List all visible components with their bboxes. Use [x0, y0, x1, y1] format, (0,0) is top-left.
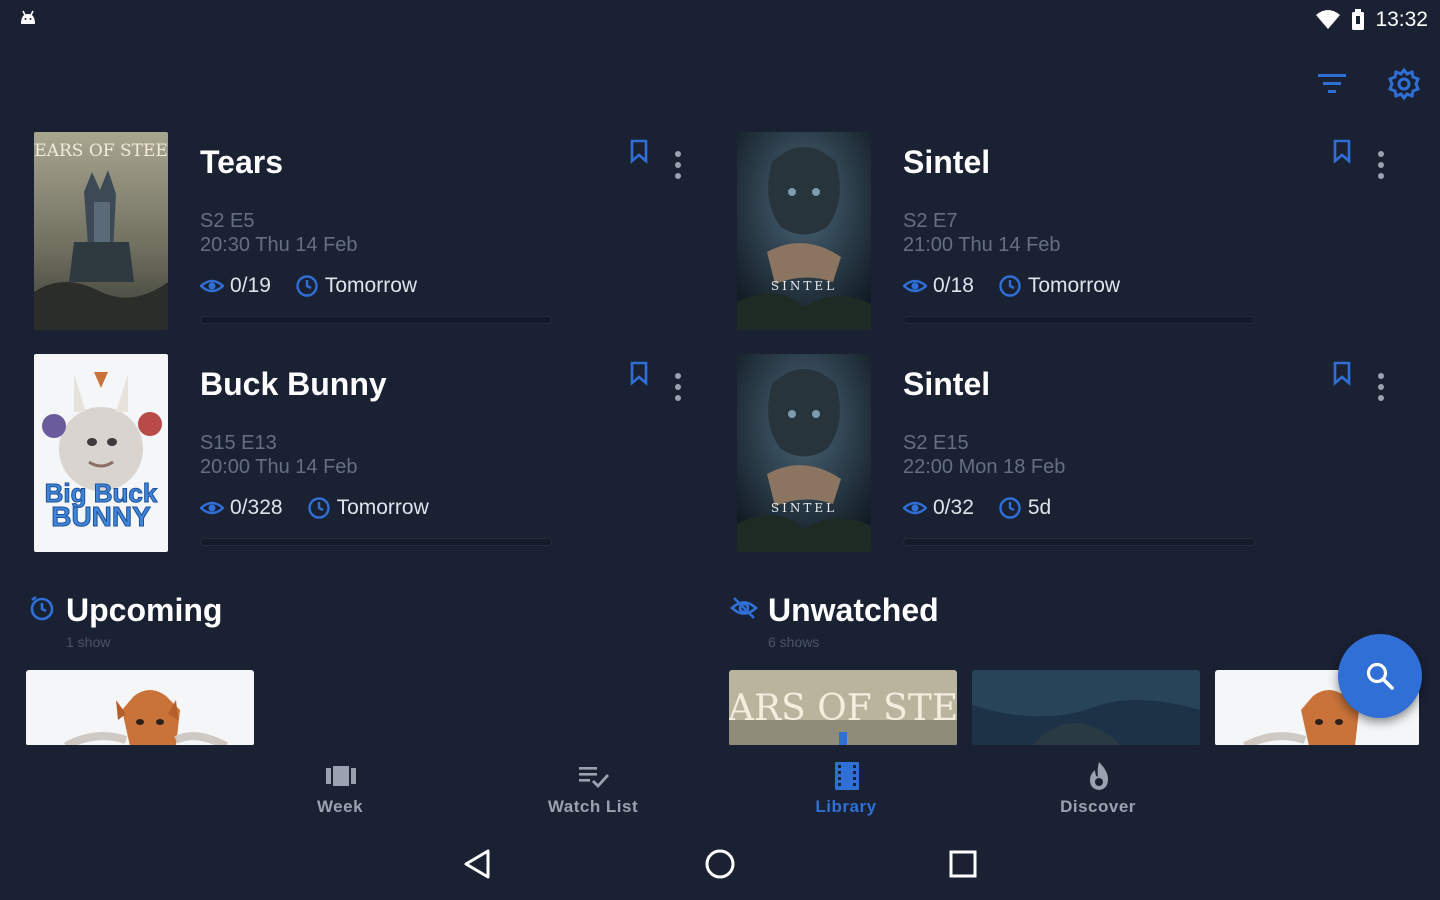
show-title: Buck Bunny [200, 366, 387, 402]
watch-list-icon [579, 767, 610, 789]
android-icon [21, 10, 35, 24]
nav-week[interactable]: Week [240, 745, 440, 825]
bookmark-icon[interactable] [626, 138, 652, 164]
upcoming-poster[interactable] [26, 670, 254, 746]
recents-icon[interactable] [943, 844, 983, 884]
next-airing: Tomorrow [324, 274, 418, 297]
next-airing: Tomorrow [1027, 274, 1121, 297]
air-time: 20:30 Thu 14 Feb [200, 234, 358, 256]
unwatched-poster[interactable]: TEARS OF STEEL [729, 670, 957, 746]
search-icon [1366, 662, 1394, 690]
upcoming-section-header[interactable]: Upcoming 1 show [28, 592, 328, 656]
clock-icon [999, 275, 1021, 297]
nav-label: Library [815, 797, 877, 816]
next-airing: Tomorrow [336, 496, 429, 519]
poster-logo-text: SINTEL [771, 501, 837, 515]
unwatched-section-header[interactable]: Unwatched 6 shows [730, 592, 1030, 656]
more-options-icon[interactable] [664, 148, 692, 182]
clock-icon [296, 275, 318, 297]
home-icon[interactable] [700, 844, 740, 884]
episode-number: S2 E5 [200, 210, 255, 232]
watched-count: 0/32 [933, 496, 974, 519]
more-options-icon[interactable] [1367, 148, 1395, 182]
poster-logo-text: SINTEL [771, 279, 837, 293]
watched-count: 0/18 [933, 274, 974, 297]
settings-icon[interactable] [1386, 66, 1422, 102]
show-title: Tears [200, 144, 284, 180]
show-title: Sintel [903, 144, 991, 180]
watch-progress-bar [903, 538, 1255, 546]
eye-icon [903, 279, 927, 293]
more-options-icon[interactable] [1367, 370, 1395, 404]
show-card[interactable]: SINTEL Sintel S2 E7 21:00 Thu 14 Feb 0/1… [737, 132, 1417, 332]
air-time: 21:00 Thu 14 Feb [903, 234, 1061, 256]
show-card[interactable]: Big Buck BUNNY Buck Bunny S15 E13 20:00 … [34, 354, 714, 554]
battery-icon [1352, 9, 1365, 30]
app-screen: 13:32 EARS OF STEE Tears S2 E5 20:30 Thu… [0, 0, 1440, 900]
nav-label: Week [316, 797, 364, 816]
episode-number: S2 E7 [903, 210, 958, 232]
nav-label: Discover [1060, 797, 1136, 816]
section-title: Unwatched [768, 592, 939, 628]
nav-label: Watch List [547, 797, 639, 816]
section-subtitle: 1 show [66, 634, 111, 650]
show-poster[interactable]: Big Buck BUNNY [34, 354, 168, 552]
eye-icon [200, 279, 224, 293]
air-time: 22:00 Mon 18 Feb [903, 456, 1066, 478]
status-time: 13:32 [1375, 8, 1428, 31]
search-fab[interactable] [1338, 634, 1422, 718]
bottom-navigation: Week Watch List Library Discover [0, 745, 1440, 825]
watched-count: 0/328 [230, 496, 283, 519]
nav-watch-list[interactable]: Watch List [493, 745, 693, 825]
air-time: 20:00 Thu 14 Feb [200, 456, 358, 478]
show-poster[interactable]: SINTEL [737, 354, 871, 552]
watch-progress-bar [200, 538, 552, 546]
show-card[interactable]: SINTEL Sintel S2 E15 22:00 Mon 18 Feb 0/… [737, 354, 1417, 554]
watched-count: 0/19 [230, 274, 271, 297]
fire-icon [1090, 762, 1108, 790]
poster-logo-text: BUNNY [51, 501, 151, 532]
system-navigation-bar [0, 830, 1440, 900]
bookmark-icon[interactable] [626, 360, 652, 386]
more-options-icon[interactable] [664, 370, 692, 404]
card-meta: 0/19 Tomorrow [200, 274, 417, 298]
poster-logo-text: TEARS OF STEEL [729, 688, 957, 729]
show-card[interactable]: TEARS OF STEEL Tears S2 E5 20:30 Thu 14 … [34, 132, 714, 332]
clock-icon [307, 497, 330, 519]
watch-progress-bar [903, 316, 1255, 324]
unwatched-poster[interactable] [972, 670, 1200, 746]
show-poster[interactable]: SINTEL [737, 132, 871, 330]
bookmark-icon[interactable] [1329, 138, 1355, 164]
nav-library[interactable]: Library [746, 745, 946, 825]
week-icon [326, 766, 356, 786]
episode-number: S2 E15 [903, 432, 969, 454]
filter-icon[interactable] [1314, 66, 1350, 102]
nav-discover[interactable]: Discover [998, 745, 1198, 825]
bookmark-icon[interactable] [1329, 360, 1355, 386]
eye-icon [200, 501, 224, 515]
back-icon[interactable] [458, 844, 498, 884]
status-bar: 13:32 [0, 0, 1440, 40]
clock-icon [999, 497, 1021, 519]
library-icon [835, 762, 859, 790]
wifi-icon [1316, 10, 1341, 29]
card-meta: 0/32 5d [903, 496, 1051, 520]
section-title: Upcoming [66, 592, 223, 628]
watch-progress-bar [200, 316, 552, 324]
card-meta: 0/328 Tomorrow [200, 496, 429, 520]
show-title: Sintel [903, 366, 991, 402]
section-subtitle: 6 shows [768, 634, 820, 650]
poster-logo-text: TEARS OF STEEL [34, 141, 168, 161]
upcoming-icon [30, 595, 54, 621]
eye-off-icon [730, 597, 758, 619]
eye-icon [903, 501, 927, 515]
show-poster[interactable]: TEARS OF STEEL [34, 132, 168, 330]
next-airing: 5d [1027, 496, 1052, 519]
status-icons: 13:32 [1315, 6, 1428, 34]
episode-number: S15 E13 [200, 432, 277, 454]
card-meta: 0/18 Tomorrow [903, 274, 1120, 298]
